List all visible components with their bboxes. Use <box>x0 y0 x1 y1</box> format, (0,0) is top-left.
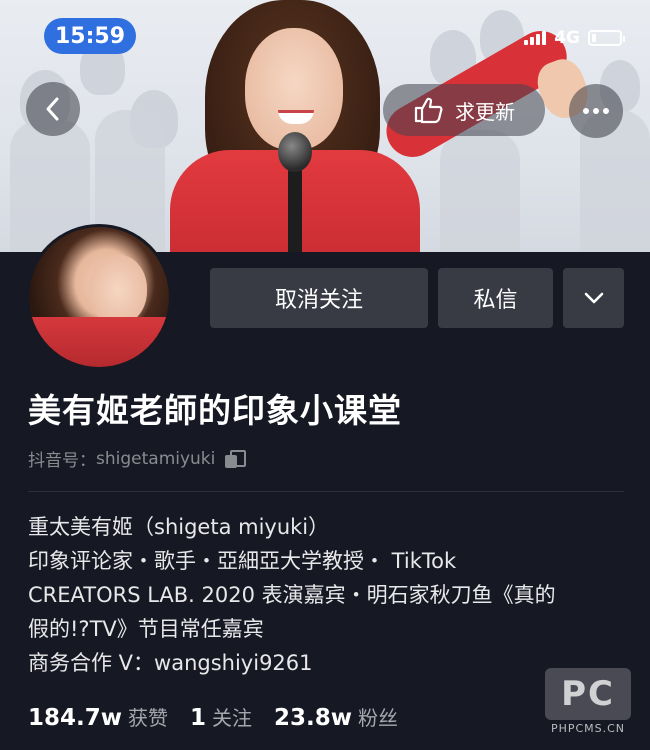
stat-following[interactable]: 1 关注 <box>190 702 252 731</box>
stat-label: 关注 <box>212 706 253 730</box>
bio-line: 假的!?TV》节目常任嘉宾 <box>28 617 264 641</box>
more-button[interactable] <box>569 84 623 138</box>
bio-line: 印象评论家・歌手・亞細亞大学教授・ TikTok <box>28 549 457 573</box>
battery-level <box>592 34 596 42</box>
status-indicators: 4G <box>524 28 625 48</box>
recommend-dropdown-button[interactable] <box>563 268 624 328</box>
bio-line: 商务合作 V：wangshiyi9261 <box>28 651 313 675</box>
stat-label: 粉丝 <box>358 706 399 730</box>
request-update-label: 求更新 <box>455 99 515 124</box>
battery-icon <box>588 30 625 46</box>
stat-value: 23.8w <box>274 705 353 731</box>
profile-bio: 重太美有姬（shigeta miyuki） 印象评论家・歌手・亞細亞大学教授・ … <box>28 510 628 680</box>
profile-stats: 184.7w 获赞 1 关注 23.8w 粉丝 <box>28 702 398 731</box>
more-dots-icon <box>583 108 609 114</box>
message-button[interactable]: 私信 <box>438 268 553 328</box>
avatar[interactable] <box>26 224 172 370</box>
divider <box>28 491 624 492</box>
pointing-hand-icon <box>414 97 443 124</box>
profile-nickname: 美有姬老師的印象小课堂 <box>28 391 402 430</box>
network-type: 4G <box>554 28 580 48</box>
unfollow-button[interactable]: 取消关注 <box>210 268 428 328</box>
bio-line: CREATORS LAB. 2020 表演嘉宾・明石家秋刀鱼《真的 <box>28 583 556 607</box>
stat-label: 获赞 <box>128 706 168 730</box>
copy-icon[interactable] <box>225 449 247 468</box>
douyin-id[interactable]: 抖音号： shigetamiyuki <box>28 446 247 471</box>
watermark-logo: PC <box>545 668 631 720</box>
douyin-id-value: shigetamiyuki <box>96 448 216 469</box>
stat-likes: 184.7w 获赞 <box>28 702 168 731</box>
microphone <box>278 132 312 172</box>
stat-followers[interactable]: 23.8w 粉丝 <box>274 702 398 731</box>
status-time: 15:59 <box>44 18 136 54</box>
douyin-id-label: 抖音号： <box>28 451 96 471</box>
request-update-button[interactable]: 求更新 <box>383 84 545 136</box>
bio-line: 重太美有姬（shigeta miyuki） <box>28 515 330 539</box>
stat-value: 1 <box>190 705 207 731</box>
stat-value: 184.7w <box>28 705 122 731</box>
site-watermark: PC PHPCMS.CN <box>543 668 633 738</box>
back-button[interactable] <box>26 82 80 136</box>
chevron-down-icon <box>584 292 603 304</box>
signal-icon <box>524 31 547 45</box>
chevron-left-icon <box>46 97 59 121</box>
watermark-site: PHPCMS.CN <box>550 722 626 735</box>
